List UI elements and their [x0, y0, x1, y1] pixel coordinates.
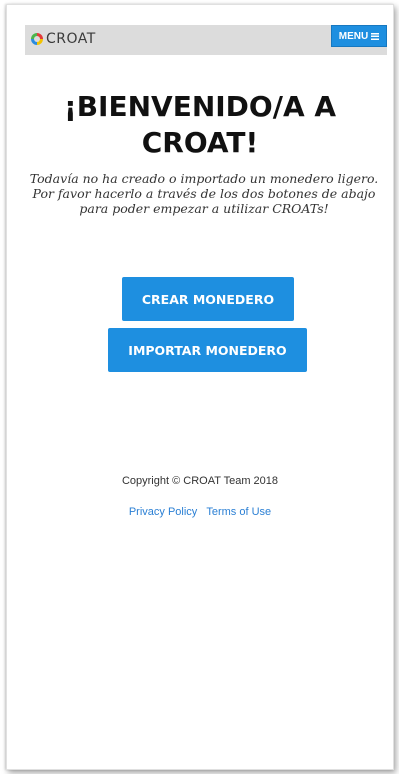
terms-of-use-link[interactable]: Terms of Use: [206, 506, 271, 518]
croat-logo[interactable]: CROAT: [31, 31, 96, 47]
create-wallet-button[interactable]: CREAR MONEDERO: [122, 277, 294, 321]
menu-button[interactable]: MENU: [331, 25, 387, 47]
top-navbar: CROAT MENU: [25, 25, 387, 55]
welcome-message: Todavía no ha creado o importado un mone…: [29, 171, 379, 216]
hamburger-icon: [371, 32, 380, 40]
phone-viewport: CROAT MENU ¡BIENVENIDO/A A CROAT! Todaví…: [6, 4, 394, 770]
croat-logo-icon: [31, 33, 43, 45]
copyright-text: Copyright © CROAT Team 2018: [121, 475, 279, 487]
import-wallet-button[interactable]: IMPORTAR MONEDERO: [108, 328, 307, 372]
logo-text: CROAT: [46, 31, 96, 47]
welcome-title: ¡BIENVENIDO/A A CROAT!: [63, 90, 337, 159]
menu-label: MENU: [338, 30, 369, 42]
privacy-policy-link[interactable]: Privacy Policy: [129, 506, 197, 518]
footer-links: Privacy Policy Terms of Use: [7, 506, 393, 518]
